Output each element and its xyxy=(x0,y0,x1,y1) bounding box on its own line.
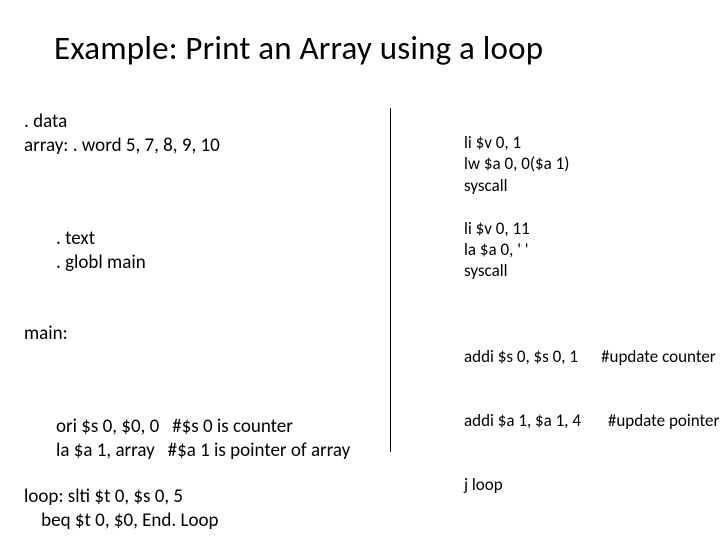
code-text-section: . text . globl main main: xyxy=(24,180,384,394)
code-init: ori $s 0, $0, 0 #$s 0 is counter la $a 1… xyxy=(24,415,384,463)
slide: Example: Print an Array using a loop . d… xyxy=(0,0,720,540)
code-loop-tail: addi $s 0, $s 0, 1 #update counter addi … xyxy=(420,304,700,540)
main-label: main: xyxy=(24,322,384,346)
right-column: li $v 0, 1 lw $a 0, 0($a 1) syscall li $… xyxy=(420,132,700,540)
code-print-int: li $v 0, 1 lw $a 0, 0($a 1) syscall xyxy=(420,132,700,196)
code-loop-head: loop: slti $t 0, $s 0, 5 beq $t 0, $0, E… xyxy=(24,485,384,533)
left-column: . data array: . word 5, 7, 8, 9, 10 . te… xyxy=(24,110,384,540)
text-globl: . text . globl main xyxy=(24,227,384,275)
column-divider xyxy=(390,108,391,452)
slide-title: Example: Print an Array using a loop xyxy=(54,28,700,68)
code-print-space: li $v 0, 11 la $a 0, ' ' syscall xyxy=(420,218,700,282)
line-addi-s0: addi $s 0, $s 0, 1 #update counter xyxy=(420,346,700,367)
line-jloop: j loop xyxy=(420,474,700,495)
line-addi-a1: addi $a 1, $a 1, 4 #update pointer xyxy=(420,410,700,431)
code-data-section: . data array: . word 5, 7, 8, 9, 10 xyxy=(24,110,384,158)
